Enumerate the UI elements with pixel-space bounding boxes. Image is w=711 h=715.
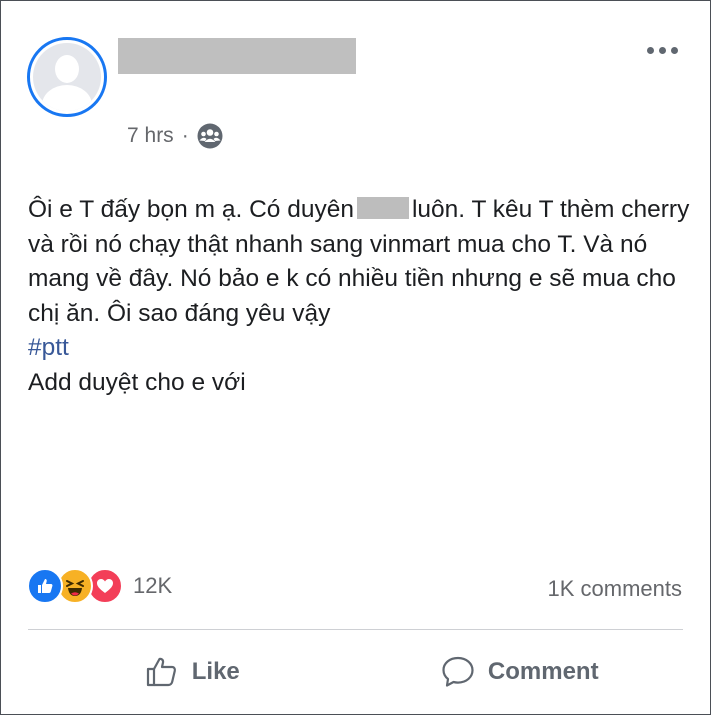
post-timestamp[interactable]: 7 hrs bbox=[127, 124, 174, 148]
comments-count-link[interactable]: 1K comments bbox=[548, 576, 683, 602]
like-button[interactable]: Like bbox=[28, 641, 356, 703]
comment-bubble-icon bbox=[442, 656, 474, 687]
author-name-redacted bbox=[118, 38, 356, 74]
comment-label: Comment bbox=[487, 658, 599, 685]
divider bbox=[28, 629, 683, 630]
action-bar: Like Comment bbox=[28, 641, 683, 703]
more-options-button[interactable] bbox=[645, 43, 680, 58]
redacted-word bbox=[356, 197, 409, 219]
post-text-part1: Ôi e T đấy bọn m ạ. Có duyên bbox=[28, 196, 354, 223]
default-profile-icon bbox=[33, 43, 101, 111]
like-reaction-icon bbox=[27, 568, 63, 604]
comment-button[interactable]: Comment bbox=[356, 641, 684, 703]
post-meta: 7 hrs · bbox=[127, 123, 223, 149]
group-icon bbox=[197, 123, 223, 149]
avatar[interactable] bbox=[27, 37, 107, 117]
post-text-last: Add duyệt cho e với bbox=[28, 368, 246, 396]
hashtag-link[interactable]: #ptt bbox=[28, 334, 69, 361]
thumbs-up-icon bbox=[146, 657, 176, 687]
reaction-count: 12K bbox=[133, 573, 173, 598]
post-card: 7 hrs · Ôi e T đấy bọn m ạ. Có duyên luôn… bbox=[0, 0, 711, 715]
like-label: Like bbox=[191, 658, 240, 685]
reactions-summary[interactable]: 12K bbox=[27, 568, 172, 604]
more-dots-icon bbox=[647, 47, 654, 54]
post-body: Ôi e T đấy bọn m ạ. Có duyên luôn. T kêu … bbox=[28, 193, 698, 400]
